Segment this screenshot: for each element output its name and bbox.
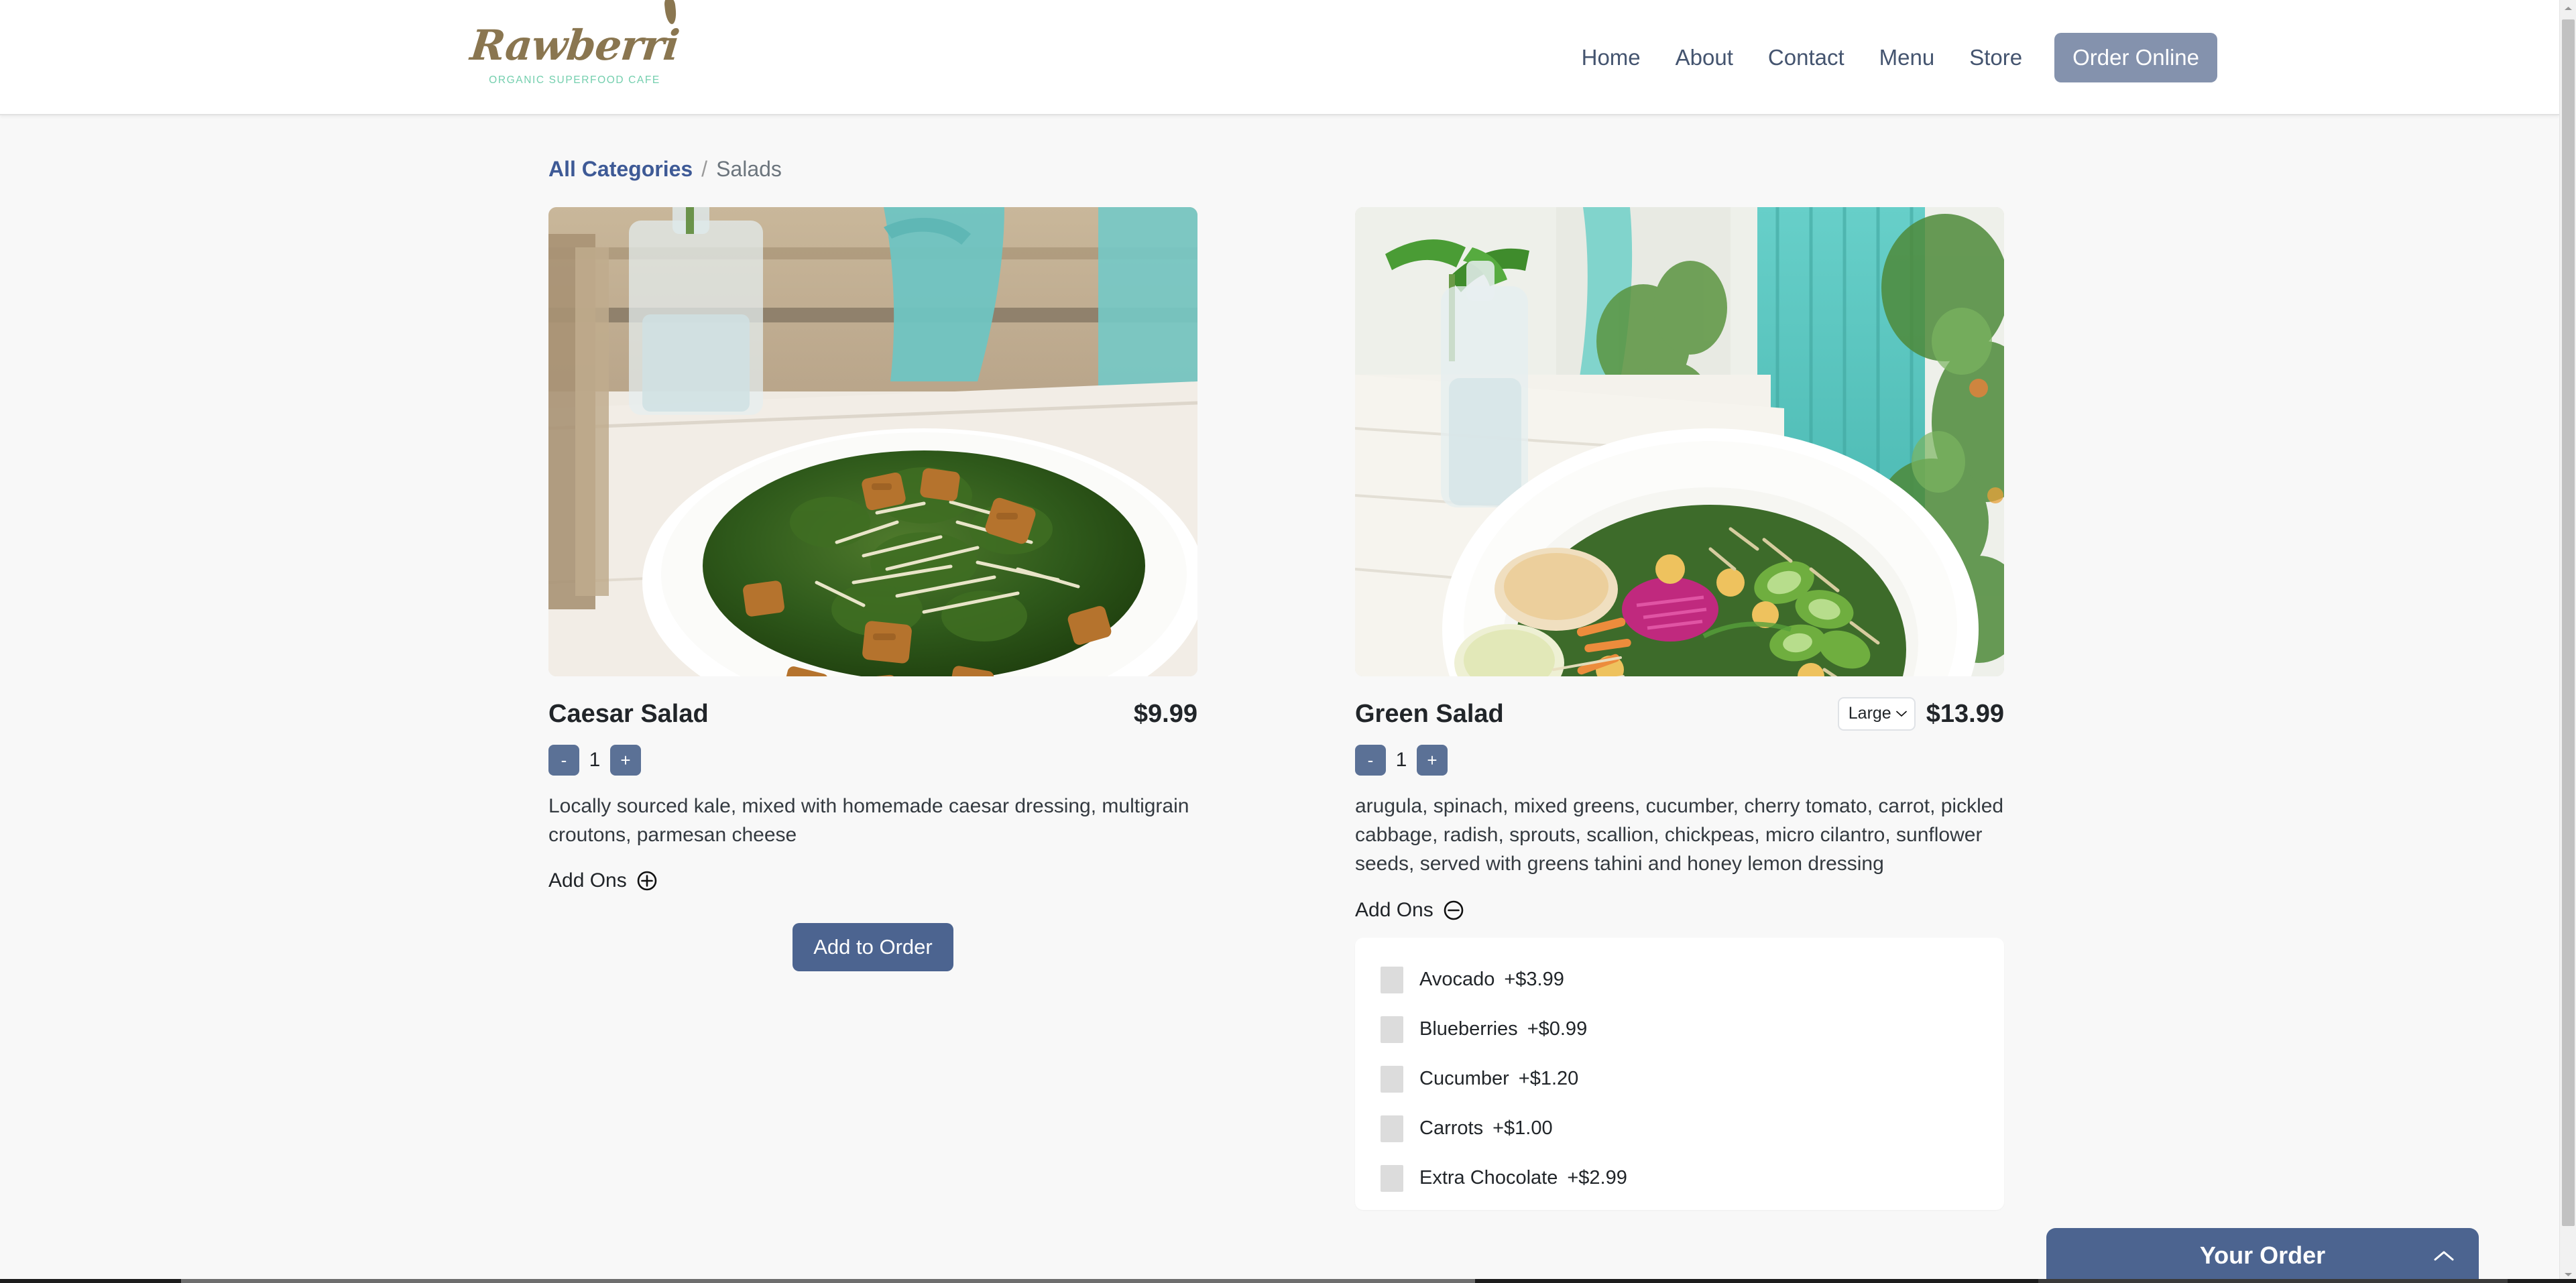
green-salad-image	[1355, 207, 2004, 676]
caesar-salad-price-group: $9.99	[1134, 700, 1197, 729]
caesar-add-to-order-row: Add to Order	[548, 923, 1197, 972]
menu-items-grid: Caesar Salad $9.99 - 1 + Locally sourced…	[548, 207, 2004, 1210]
addon-checkbox-carrots[interactable]	[1381, 1115, 1403, 1142]
addon-checkbox-avocado[interactable]	[1381, 966, 1403, 993]
addon-label-avocado: Avocado	[1419, 969, 1495, 991]
addon-checkbox-blueberries[interactable]	[1381, 1016, 1403, 1043]
addon-price-cucumber: +$1.20	[1518, 1068, 1579, 1090]
addon-label-cucumber: Cucumber	[1419, 1068, 1509, 1090]
caesar-salad-price: $9.99	[1133, 699, 1197, 728]
green-decrement-button[interactable]: -	[1355, 745, 1386, 776]
os-taskbar-segment-right	[2038, 1279, 2508, 1283]
addon-checkbox-extra-chocolate[interactable]	[1381, 1164, 1403, 1192]
addon-price-carrots: +$1.00	[1492, 1117, 1553, 1140]
caesar-increment-button[interactable]: +	[610, 745, 641, 776]
caesar-add-to-order-button[interactable]: Add to Order	[793, 923, 953, 972]
scroll-up-icon	[2565, 7, 2572, 10]
caesar-quantity-value: 1	[589, 749, 601, 771]
brand-wordmark: Rawberri	[468, 21, 681, 70]
nav-item-about[interactable]: About	[1658, 38, 1751, 77]
green-salad-price: $13.99	[1926, 699, 2004, 728]
green-salad-photo[interactable]	[1355, 207, 2004, 676]
caesar-addons-label: Add Ons	[548, 869, 627, 892]
addon-label-carrots: Carrots	[1419, 1117, 1484, 1140]
site-header: Rawberri ORGANIC SUPERFOOD CAFE Home Abo…	[0, 0, 2559, 115]
brand-logo[interactable]: Rawberri ORGANIC SUPERFOOD CAFE	[468, 0, 681, 99]
breadcrumb-all-categories[interactable]: All Categories	[548, 157, 693, 182]
green-addons-toggle[interactable]: Add Ons	[1355, 899, 1464, 922]
plus-circle-icon	[637, 871, 657, 891]
menu-item-caesar-salad: Caesar Salad $9.99 - 1 + Locally sourced…	[548, 207, 1197, 1210]
green-salad-description: arugula, spinach, mixed greens, cucumber…	[1355, 795, 2004, 875]
scroll-down-icon	[2565, 1273, 2572, 1276]
caesar-salad-image	[548, 207, 1197, 676]
minus-circle-icon	[1444, 900, 1464, 920]
green-salad-size-select-wrap: Large	[1837, 697, 1916, 731]
addon-price-extra-chocolate: +$2.99	[1567, 1167, 1627, 1189]
addon-label-blueberries: Blueberries	[1419, 1018, 1518, 1040]
vertical-scrollbar[interactable]	[2559, 0, 2576, 1283]
addon-row-blueberries[interactable]: Blueberries +$0.99	[1355, 1005, 2004, 1054]
your-order-bar[interactable]: Your Order	[2046, 1228, 2479, 1283]
scrollbar-thumb[interactable]	[2562, 19, 2575, 1226]
addon-price-avocado: +$3.99	[1504, 969, 1564, 991]
os-taskbar-segment	[181, 1279, 1475, 1283]
green-salad-name: Green Salad	[1355, 699, 1504, 728]
green-increment-button[interactable]: +	[1417, 745, 1448, 776]
green-salad-headline: Green Salad Large $13.99	[1355, 697, 2004, 731]
addon-label-extra-chocolate: Extra Chocolate	[1419, 1167, 1558, 1189]
green-addons-label: Add Ons	[1355, 898, 1433, 921]
content-container: All Categories / Salads Caesar Salad $9.…	[548, 115, 2004, 1210]
green-salad-addons-panel: Avocado +$3.99 Blueberries +$0.99 Cucumb…	[1355, 937, 2004, 1210]
nav-item-home[interactable]: Home	[1564, 38, 1658, 77]
nav-item-contact[interactable]: Contact	[1751, 38, 1862, 77]
menu-item-green-salad: Green Salad Large $13.99 - 1 + arugula, …	[1355, 207, 2004, 1210]
caesar-salad-quantity-stepper: - 1 +	[548, 745, 1197, 776]
addon-row-carrots[interactable]: Carrots +$1.00	[1355, 1104, 2004, 1154]
breadcrumb-separator: /	[701, 157, 708, 181]
chevron-up-icon[interactable]	[2433, 1249, 2455, 1262]
caesar-decrement-button[interactable]: -	[548, 745, 579, 776]
caesar-salad-headline: Caesar Salad $9.99	[548, 698, 1197, 730]
green-salad-size-select[interactable]: Large	[1837, 697, 1916, 731]
addon-row-avocado[interactable]: Avocado +$3.99	[1355, 955, 2004, 1005]
addon-row-cucumber[interactable]: Cucumber +$1.20	[1355, 1054, 2004, 1104]
caesar-salad-photo[interactable]	[548, 207, 1197, 676]
your-order-title: Your Order	[2199, 1241, 2326, 1269]
addon-price-blueberries: +$0.99	[1527, 1018, 1588, 1040]
addon-row-extra-chocolate[interactable]: Extra Chocolate +$2.99	[1355, 1154, 2004, 1203]
scrollbar-up-arrow[interactable]	[2560, 0, 2576, 17]
caesar-salad-name: Caesar Salad	[548, 699, 709, 728]
nav-item-menu[interactable]: Menu	[1862, 38, 1952, 77]
caesar-addons-toggle[interactable]: Add Ons	[548, 869, 657, 892]
caesar-salad-description: Locally sourced kale, mixed with homemad…	[548, 795, 1189, 847]
order-online-button[interactable]: Order Online	[2054, 33, 2217, 82]
breadcrumb: All Categories / Salads	[548, 115, 2003, 182]
breadcrumb-current: Salads	[716, 157, 782, 181]
green-quantity-value: 1	[1395, 749, 1407, 771]
os-taskbar-sliver	[0, 1279, 2576, 1283]
main-navigation: Home About Contact Menu Store Order Onli…	[1564, 0, 2217, 115]
nav-item-store[interactable]: Store	[1952, 38, 2040, 77]
green-salad-quantity-stepper: - 1 +	[1355, 745, 2004, 776]
brand-tagline: ORGANIC SUPERFOOD CAFE	[489, 74, 660, 86]
addon-checkbox-cucumber[interactable]	[1381, 1065, 1403, 1093]
page-body: All Categories / Salads Caesar Salad $9.…	[0, 115, 2559, 1283]
green-salad-price-group: Large $13.99	[1837, 697, 2004, 731]
